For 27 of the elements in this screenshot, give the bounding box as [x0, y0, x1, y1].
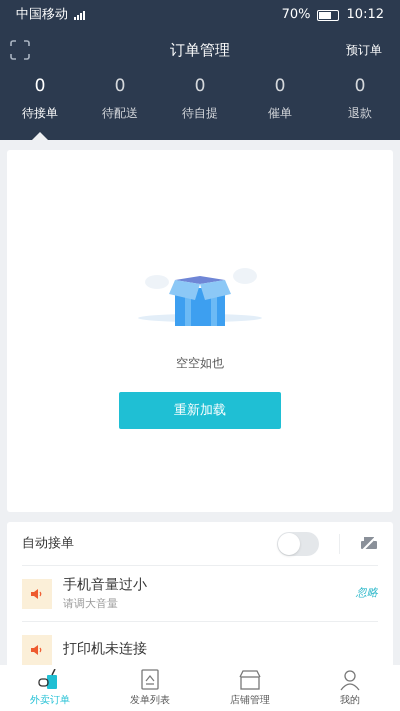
status-time: 10:12 [346, 6, 384, 24]
signal-icon [74, 10, 85, 20]
order-status-tab[interactable]: 0 退款 [320, 70, 400, 140]
page-title: 订单管理 [170, 40, 230, 59]
preorder-button[interactable]: 预订单 [346, 41, 390, 59]
order-status-tab[interactable]: 0 待接单 [0, 70, 80, 140]
order-status-tab[interactable]: 0 待自提 [160, 70, 240, 140]
bottom-nav-tab[interactable]: 我的 [300, 665, 400, 711]
bottom-nav-tab[interactable]: 店铺管理 [200, 665, 300, 711]
store-icon [239, 668, 261, 690]
person-icon [339, 668, 361, 690]
bottom-nav-tab[interactable]: 发单列表 [100, 665, 200, 711]
battery-icon [316, 10, 339, 20]
carrier-name: 中国移动 [16, 6, 68, 24]
order-status-tab[interactable]: 0 催单 [240, 70, 320, 140]
alert-title: 手机音量过小 [63, 576, 147, 595]
empty-message: 空空如也 [176, 355, 224, 372]
battery-percent: 70% [282, 6, 311, 24]
speaker-icon [22, 634, 52, 664]
scan-icon[interactable] [10, 40, 30, 60]
auto-accept-toggle[interactable] [277, 532, 319, 556]
alert-title: 打印机未连接 [63, 640, 147, 659]
order-status-tab[interactable]: 0 待配送 [80, 70, 160, 140]
document-icon [140, 668, 160, 690]
alert-subtitle: 请调大音量 [63, 596, 119, 612]
auto-accept-label: 自动接单 [22, 534, 74, 553]
speaker-icon [22, 578, 52, 608]
